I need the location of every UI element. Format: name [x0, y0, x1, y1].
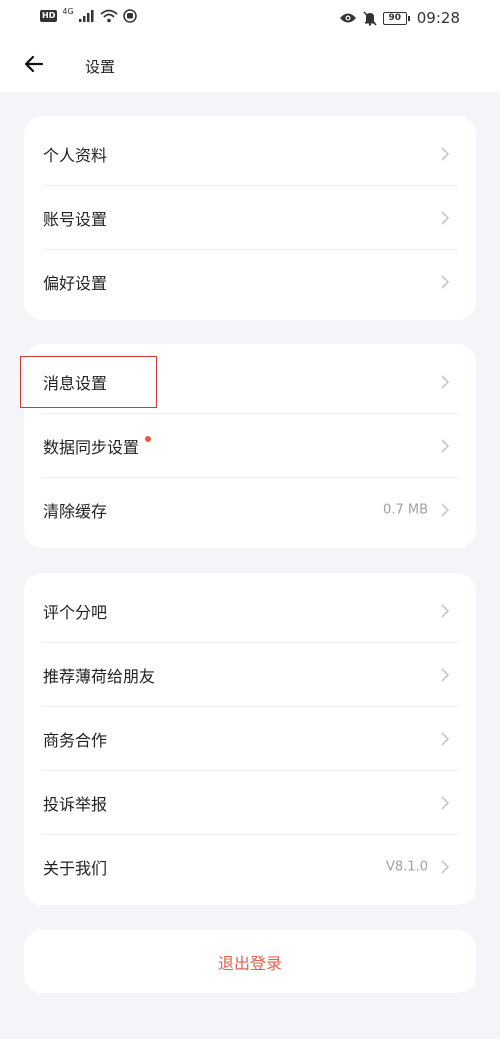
- network-type-label: 4G: [62, 7, 74, 16]
- chevron-right-icon: [441, 503, 450, 517]
- row-label: 清除缓存: [43, 502, 108, 521]
- chevron-right-icon: [441, 439, 450, 453]
- row-preferences[interactable]: 偏好设置: [24, 250, 476, 314]
- hand-icon: [122, 9, 137, 23]
- status-left: HD 4G: [40, 7, 137, 23]
- row-label: 个人资料: [43, 146, 108, 165]
- row-label: 数据同步设置: [43, 438, 140, 457]
- row-label: 关于我们: [43, 859, 108, 878]
- app-version: V8.1.0: [386, 859, 428, 875]
- row-data-sync[interactable]: 数据同步设置: [24, 414, 476, 478]
- status-bar: HD 4G 90 09:28: [0, 0, 500, 38]
- chevron-right-icon: [441, 375, 450, 389]
- signal-icon: [78, 10, 94, 22]
- wifi-icon: [100, 9, 118, 23]
- chevron-right-icon: [441, 796, 450, 810]
- settings-group-about: 评个分吧 推荐薄荷给朋友 商务合作 投诉举报 关于我们 V8.1.0: [24, 573, 476, 905]
- row-complaint[interactable]: 投诉举报: [24, 771, 476, 835]
- row-about-us[interactable]: 关于我们 V8.1.0: [24, 835, 476, 899]
- back-arrow-icon[interactable]: [22, 52, 46, 76]
- row-label: 商务合作: [43, 731, 108, 750]
- row-clear-cache[interactable]: 清除缓存 0.7 MB: [24, 478, 476, 542]
- row-business[interactable]: 商务合作: [24, 707, 476, 771]
- settings-group-account: 个人资料 账号设置 偏好设置: [24, 116, 476, 320]
- notification-dot: [145, 436, 151, 442]
- chevron-right-icon: [441, 275, 450, 289]
- eye-icon: [339, 13, 356, 23]
- logout-button[interactable]: 退出登录: [24, 930, 476, 993]
- chevron-right-icon: [441, 732, 450, 746]
- page-title: 设置: [85, 58, 116, 76]
- chevron-right-icon: [441, 147, 450, 161]
- row-message-settings[interactable]: 消息设置: [24, 350, 476, 414]
- row-label: 消息设置: [43, 374, 108, 393]
- row-profile[interactable]: 个人资料: [24, 122, 476, 186]
- top-area: HD 4G 90 09:28 设置: [0, 0, 500, 92]
- status-right: 90 09:28: [339, 9, 460, 27]
- settings-group-data: 消息设置 数据同步设置 清除缓存 0.7 MB: [24, 344, 476, 548]
- nav-bar: 设置: [0, 46, 500, 86]
- logout-label: 退出登录: [217, 953, 282, 973]
- row-label: 偏好设置: [43, 274, 108, 293]
- chevron-right-icon: [441, 211, 450, 225]
- row-label: 账号设置: [43, 210, 108, 229]
- row-recommend[interactable]: 推荐薄荷给朋友: [24, 643, 476, 707]
- row-rate-us[interactable]: 评个分吧: [24, 579, 476, 643]
- row-account-settings[interactable]: 账号设置: [24, 186, 476, 250]
- chevron-right-icon: [441, 604, 450, 618]
- battery-icon: 90: [382, 11, 410, 25]
- cache-size: 0.7 MB: [383, 502, 428, 518]
- row-label: 评个分吧: [43, 603, 108, 622]
- status-time: 09:28: [416, 9, 460, 27]
- hd-icon: HD: [40, 10, 58, 22]
- chevron-right-icon: [441, 860, 450, 874]
- mute-bell-icon: [363, 10, 377, 26]
- row-label: 推荐薄荷给朋友: [43, 667, 156, 686]
- row-label: 投诉举报: [43, 795, 108, 814]
- chevron-right-icon: [441, 668, 450, 682]
